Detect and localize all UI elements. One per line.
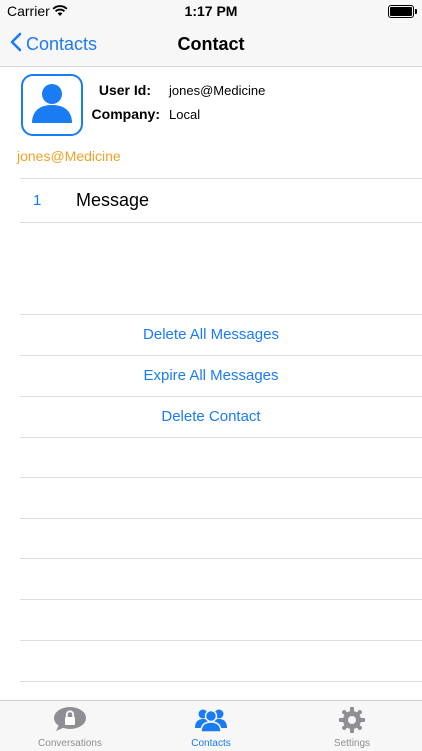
avatar	[21, 74, 83, 136]
message-count: 1	[33, 192, 42, 209]
clock: 1:17 PM	[184, 3, 238, 19]
people-icon	[193, 706, 229, 733]
tab-settings-label: Settings	[333, 738, 371, 749]
tab-bar: Conversations Contacts Settings	[0, 700, 422, 751]
lock-speech-bubble-icon	[53, 706, 87, 732]
user-id-value: jones@Medicine	[169, 83, 266, 98]
gear-icon	[338, 706, 366, 733]
delete-all-messages-button[interactable]: Delete All Messages	[0, 315, 422, 355]
company-label: Company:	[91, 106, 160, 122]
navigation-bar: Contacts Contact	[0, 22, 422, 67]
tab-contacts[interactable]: Contacts	[141, 701, 281, 751]
divider	[20, 437, 422, 438]
divider	[20, 640, 422, 641]
status-bar: Carrier 1:17 PM	[0, 0, 422, 22]
divider	[20, 477, 422, 478]
tab-contacts-label: Contacts	[191, 738, 231, 749]
contact-handle: jones@Medicine	[17, 148, 121, 164]
divider	[20, 222, 422, 223]
tab-conversations-label: Conversations	[38, 738, 102, 749]
divider	[20, 518, 422, 519]
messages-label: Message	[76, 190, 150, 210]
divider	[20, 681, 422, 682]
user-id-label: User Id:	[98, 82, 151, 98]
messages-row[interactable]: 1 Message	[0, 179, 422, 222]
battery-icon	[388, 5, 417, 18]
person-icon	[29, 82, 75, 129]
page-title: Contact	[177, 34, 245, 54]
divider	[20, 558, 422, 559]
delete-contact-button[interactable]: Delete Contact	[0, 397, 422, 437]
expire-all-messages-button[interactable]: Expire All Messages	[0, 356, 422, 396]
tab-conversations[interactable]: Conversations	[0, 701, 140, 751]
divider	[20, 599, 422, 600]
company-value: Local	[169, 107, 201, 122]
tab-settings[interactable]: Settings	[282, 701, 422, 751]
